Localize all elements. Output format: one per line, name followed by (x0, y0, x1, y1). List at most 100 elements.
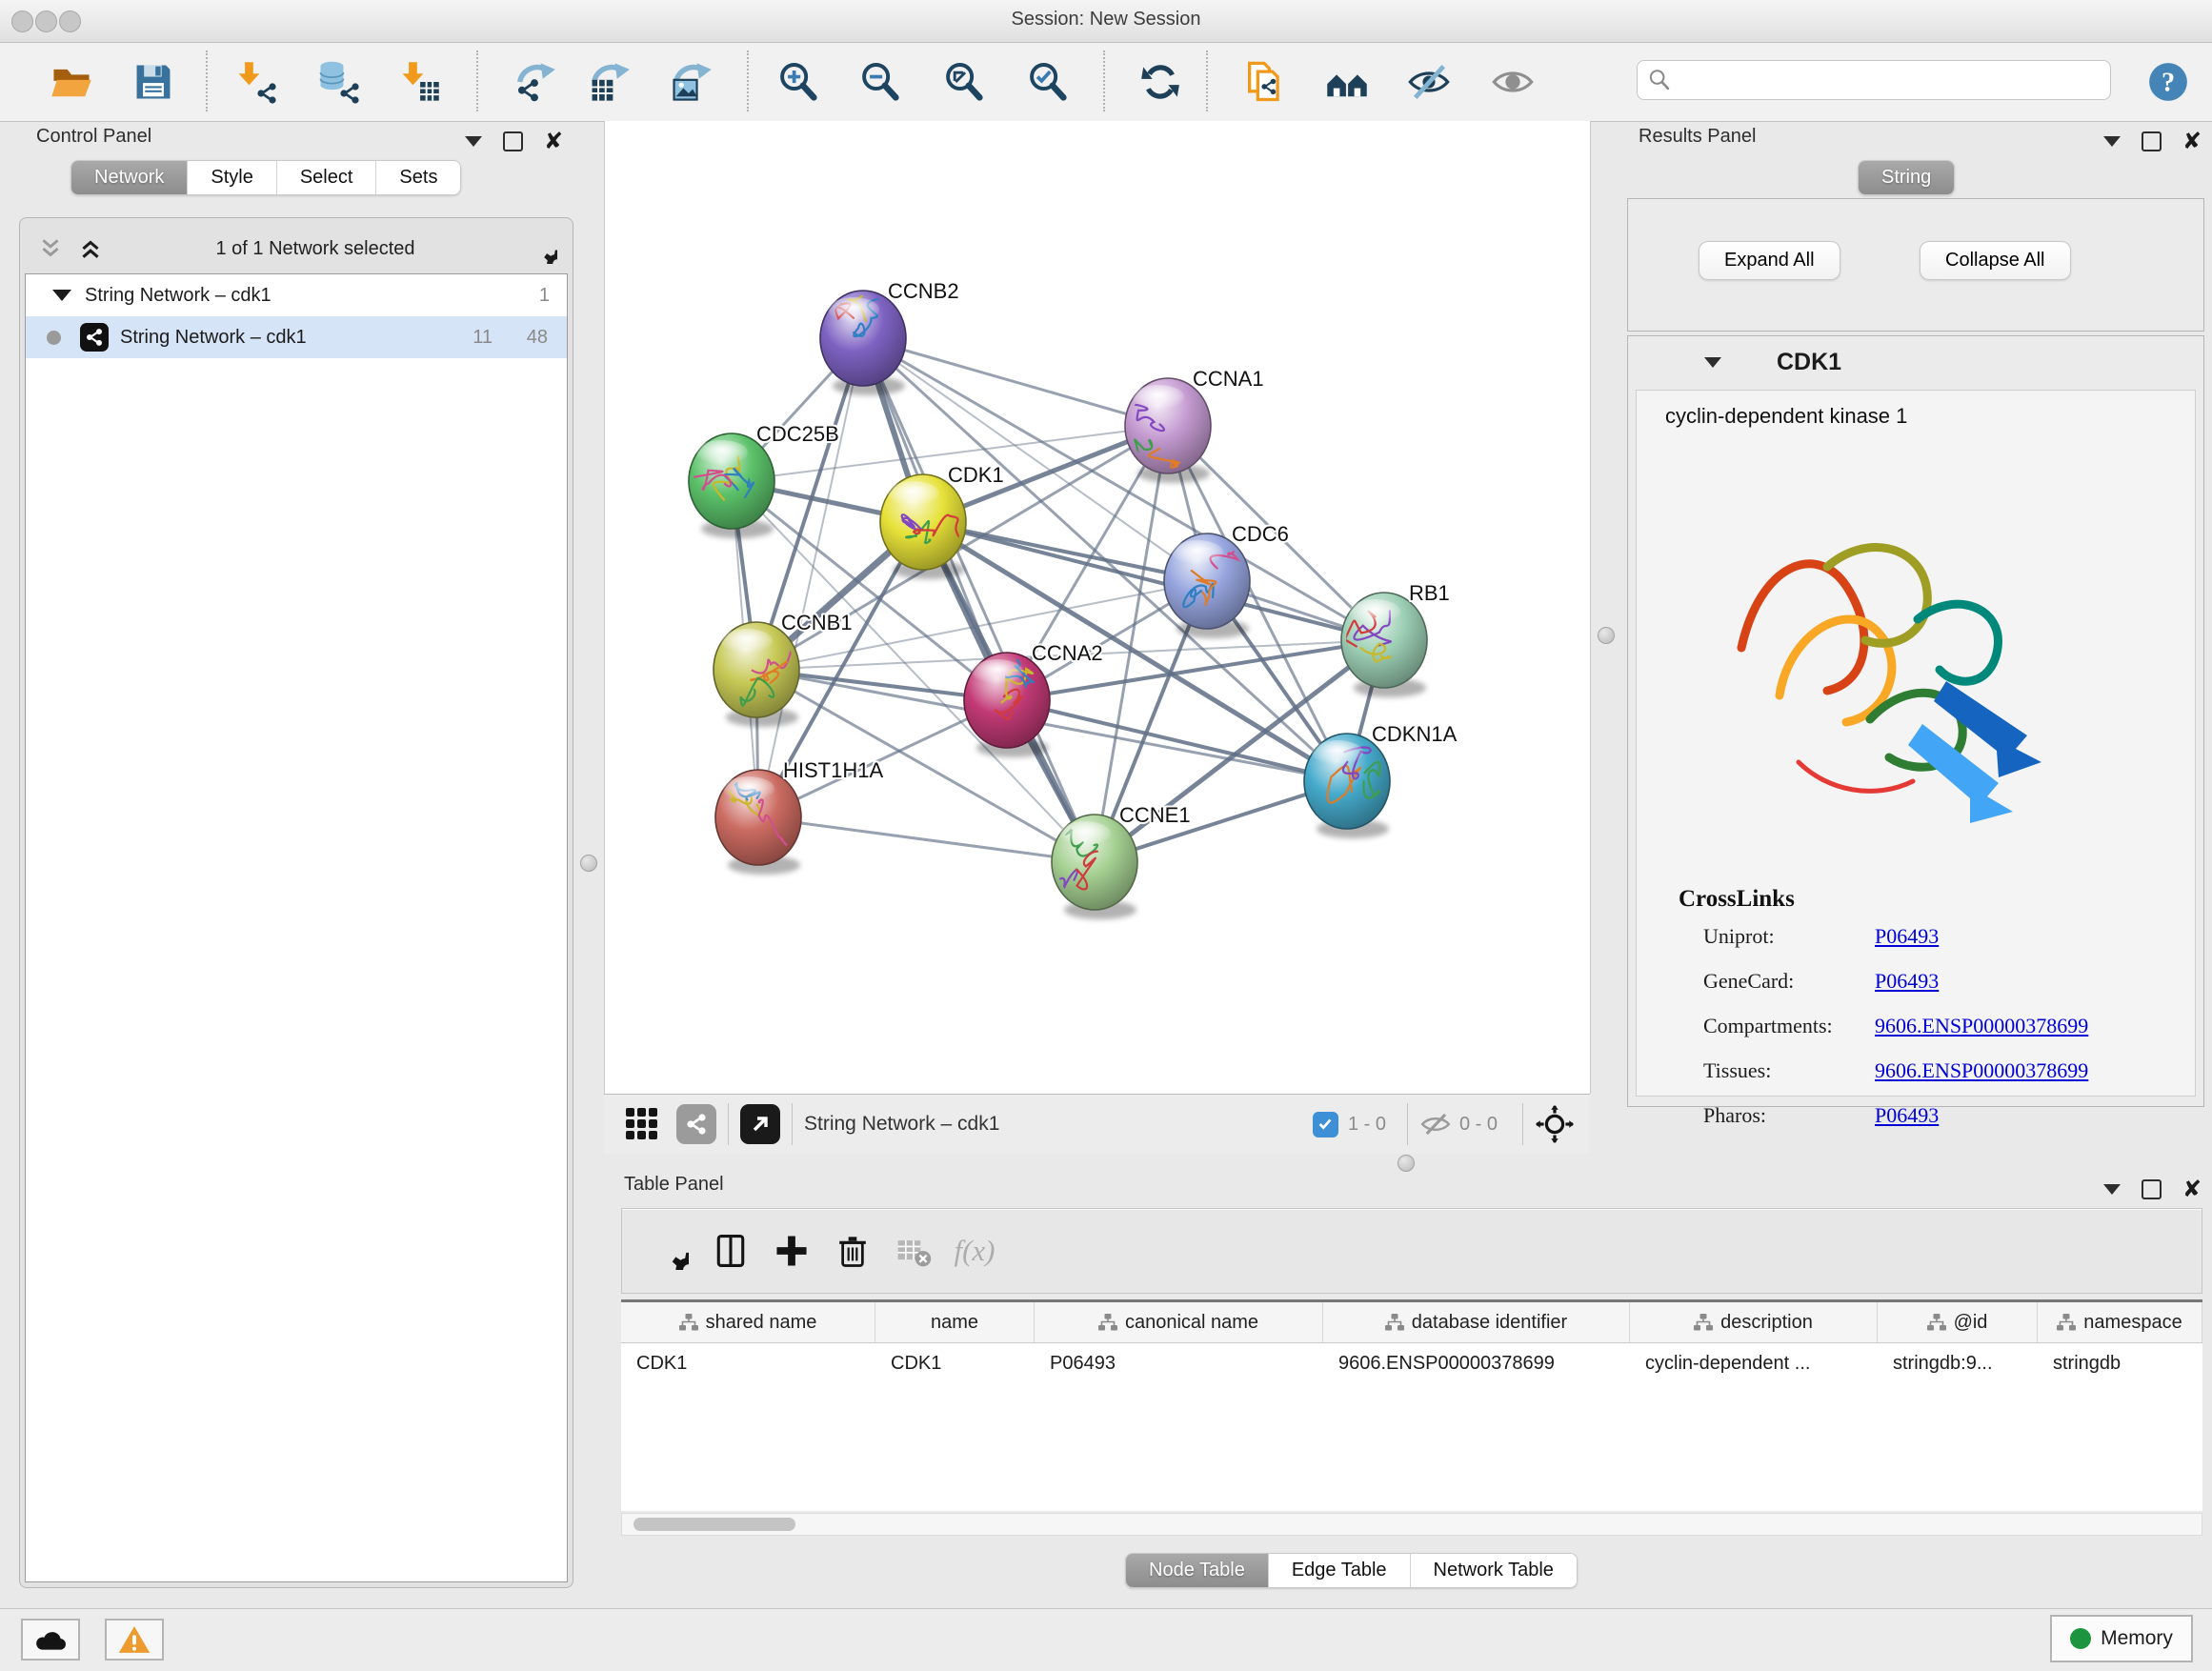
network-node[interactable] (1052, 815, 1137, 919)
grid-mode-icon[interactable] (623, 1105, 661, 1143)
zoom-out-button[interactable] (854, 55, 907, 109)
zoom-fit-button[interactable] (937, 55, 991, 109)
tab-style[interactable]: Style (188, 161, 276, 194)
network-share-badge-icon[interactable] (676, 1104, 716, 1144)
tab-network[interactable]: Network (71, 161, 188, 194)
table-header-cell[interactable]: canonical name (1035, 1302, 1323, 1342)
export-table-button[interactable] (582, 55, 635, 109)
network-edge[interactable] (1095, 426, 1168, 862)
help-button[interactable]: ? (2142, 55, 2195, 109)
tab-select[interactable]: Select (277, 161, 377, 194)
tab-edge-table[interactable]: Edge Table (1269, 1554, 1411, 1587)
horizontal-splitter-handle[interactable] (1398, 1155, 1415, 1172)
column-label: name (931, 1312, 978, 1334)
tab-string[interactable]: String (1859, 161, 1954, 194)
network-edge[interactable] (1007, 700, 1347, 781)
collapse-all-button[interactable]: Collapse All (1920, 241, 2071, 280)
panel-menu-icon[interactable] (2103, 136, 2121, 147)
import-network-database-button[interactable] (312, 55, 365, 109)
memory-button[interactable]: Memory (2050, 1615, 2193, 1662)
panel-close-icon[interactable]: ✘ (2182, 1181, 2202, 1198)
scrollbar-thumb[interactable] (633, 1518, 795, 1531)
search-input[interactable] (1672, 69, 2101, 91)
network-node[interactable] (1327, 593, 1427, 697)
table-cell[interactable]: P06493 (1035, 1343, 1323, 1383)
table-header-cell[interactable]: description (1630, 1302, 1878, 1342)
collection-expand-icon[interactable] (52, 290, 71, 301)
network-edge[interactable] (758, 817, 1095, 862)
expand-all-icon[interactable] (77, 236, 104, 261)
save-session-button[interactable] (127, 55, 180, 109)
panel-menu-icon[interactable] (2103, 1184, 2121, 1195)
table-header-cell[interactable]: shared name (621, 1302, 875, 1342)
network-node[interactable] (1304, 734, 1390, 838)
network-edge[interactable] (863, 338, 1095, 862)
table-cell[interactable]: stringdb:9... (1878, 1343, 2038, 1383)
network-canvas[interactable]: CCNB2CCNA1CDC25BCDK1CDC6RB1CCNB1CCNA2CDK… (604, 121, 1591, 1094)
crosslink-value-link[interactable]: 9606.ENSP00000378699 (1875, 1058, 2088, 1083)
table-cell[interactable]: stringdb (2038, 1343, 2202, 1383)
show-all-button[interactable] (1486, 55, 1539, 109)
network-node[interactable] (964, 652, 1050, 757)
warnings-button[interactable] (105, 1619, 164, 1661)
crosslink-value-link[interactable]: P06493 (1875, 924, 1939, 949)
export-network-button[interactable] (508, 55, 561, 109)
import-network-file-button[interactable] (229, 55, 282, 109)
table-header-cell[interactable]: @id (1878, 1302, 2038, 1342)
import-table-button[interactable] (392, 55, 446, 109)
network-node[interactable] (1164, 534, 1254, 638)
network-row[interactable]: String Network – cdk1 11 48 (26, 316, 567, 358)
table-cell[interactable]: CDK1 (621, 1343, 875, 1383)
hide-selected-button[interactable] (1402, 55, 1456, 109)
network-list-gear-icon[interactable] (527, 233, 557, 264)
zoom-in-button[interactable] (772, 55, 825, 109)
table-settings-button[interactable] (639, 1225, 700, 1277)
network-collection-row[interactable]: String Network – cdk1 1 (26, 274, 567, 316)
selected-checkbox-icon[interactable] (1313, 1112, 1338, 1137)
tab-network-table[interactable]: Network Table (1411, 1554, 1577, 1587)
left-splitter-handle[interactable] (580, 855, 597, 872)
right-splitter-handle[interactable] (1598, 627, 1615, 644)
crosslink-value-link[interactable]: P06493 (1875, 969, 1939, 994)
first-neighbors-button[interactable] (1320, 55, 1374, 109)
panel-float-icon[interactable] (2142, 1179, 2162, 1199)
table-header-cell[interactable]: name (875, 1302, 1035, 1342)
tab-node-table[interactable]: Node Table (1126, 1554, 1269, 1587)
network-edge[interactable] (863, 338, 1168, 426)
table-header-cell[interactable]: database identifier (1323, 1302, 1630, 1342)
network-node[interactable] (715, 770, 801, 875)
table-cell[interactable]: CDK1 (875, 1343, 1035, 1383)
network-node[interactable] (1123, 378, 1211, 491)
table-header-cell[interactable]: namespace (2038, 1302, 2202, 1342)
copy-network-button[interactable] (1238, 55, 1292, 109)
open-session-button[interactable] (45, 55, 98, 109)
add-column-button[interactable] (761, 1225, 822, 1277)
panel-menu-icon[interactable] (465, 136, 482, 147)
zoom-selected-button[interactable] (1021, 55, 1075, 109)
table-cell[interactable]: cyclin-dependent ... (1630, 1343, 1878, 1383)
table-row[interactable]: CDK1CDK1P064939606.ENSP00000378699cyclin… (621, 1343, 2202, 1383)
gene-collapse-icon[interactable] (1704, 357, 1721, 368)
crosslink-value-link[interactable]: 9606.ENSP00000378699 (1875, 1014, 2088, 1038)
table-horizontal-scrollbar[interactable] (621, 1513, 2202, 1536)
refresh-layout-button[interactable] (1134, 55, 1187, 109)
cloud-status-button[interactable] (21, 1619, 80, 1661)
export-image-button[interactable] (664, 55, 717, 109)
tab-sets[interactable]: Sets (376, 161, 460, 194)
crosslink-value-link[interactable]: P06493 (1875, 1103, 1939, 1128)
open-in-new-icon[interactable] (740, 1104, 780, 1144)
collapse-all-icon[interactable] (37, 236, 64, 261)
expand-all-button[interactable]: Expand All (1699, 241, 1840, 280)
select-columns-button[interactable] (700, 1225, 761, 1277)
gene-section-header[interactable]: CDK1 (1628, 336, 2203, 388)
panel-float-icon[interactable] (2142, 131, 2162, 151)
panel-close-icon[interactable]: ✘ (544, 133, 563, 150)
panel-float-icon[interactable] (503, 131, 523, 151)
delete-column-button[interactable] (822, 1225, 883, 1277)
table-cell[interactable]: 9606.ENSP00000378699 (1323, 1343, 1630, 1383)
network-node[interactable] (688, 433, 774, 538)
network-edge[interactable] (758, 338, 863, 817)
network-node[interactable] (880, 474, 966, 579)
fit-target-icon[interactable] (1535, 1104, 1575, 1144)
panel-close-icon[interactable]: ✘ (2182, 133, 2202, 150)
